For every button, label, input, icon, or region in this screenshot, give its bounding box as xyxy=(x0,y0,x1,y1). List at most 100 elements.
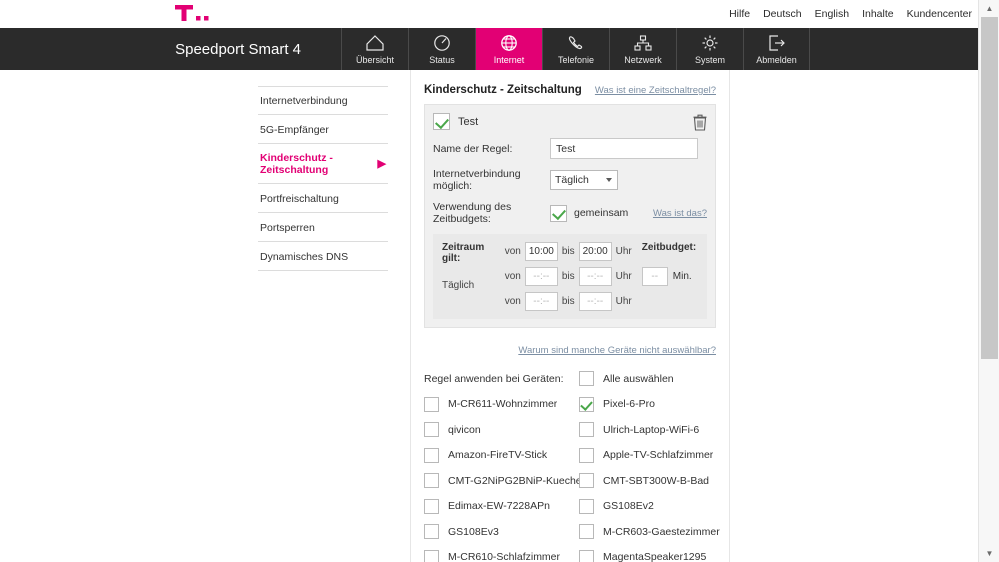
device-checkbox[interactable] xyxy=(579,447,594,463)
time-from-input-1[interactable] xyxy=(524,242,558,261)
help-link-zeitschaltregel[interactable]: Was ist eine Zeitschaltregel? xyxy=(595,85,716,96)
time-to-input-1[interactable] xyxy=(578,242,612,261)
scroll-down-arrow-icon[interactable]: ▼ xyxy=(979,545,999,562)
device-checkbox[interactable] xyxy=(424,549,439,562)
device-checkbox[interactable] xyxy=(579,498,594,514)
sidebar-item-5g-empfaenger[interactable]: 5G-Empfänger xyxy=(258,115,388,144)
device-checkbox[interactable] xyxy=(579,524,594,540)
device-item[interactable]: Pixel-6-Pro xyxy=(579,392,734,418)
utility-link-hilfe[interactable]: Hilfe xyxy=(729,8,750,20)
nav-tab-label: Telefonie xyxy=(557,55,595,65)
gauge-icon xyxy=(431,33,453,53)
device-item[interactable]: GS108Ev2 xyxy=(579,494,734,520)
device-checkbox[interactable] xyxy=(579,549,594,562)
device-checkbox[interactable] xyxy=(424,498,439,514)
time-to-input-3[interactable] xyxy=(578,292,612,311)
schedule-time-row: von bis Uhr xyxy=(505,242,632,261)
main-nav-band: Speedport Smart 4 Übersicht Status Inter… xyxy=(0,28,999,70)
sidebar-item-portsperren[interactable]: Portsperren xyxy=(258,213,388,242)
nav-tab-netzwerk[interactable]: Netzwerk xyxy=(609,28,676,70)
select-all-checkbox[interactable] xyxy=(579,371,594,387)
nav-tab-system[interactable]: System xyxy=(676,28,743,70)
device-item[interactable]: Apple-TV-Schlafzimmer xyxy=(579,443,734,469)
device-item[interactable]: GS108Ev3 xyxy=(424,519,579,545)
device-label: GS108Ev2 xyxy=(603,500,654,513)
device-checkbox[interactable] xyxy=(424,447,439,463)
utility-link-english[interactable]: English xyxy=(815,8,849,20)
sidebar-item-label: Kinderschutz - Zeitschaltung xyxy=(260,152,333,176)
device-item[interactable]: CMT-G2NiPG2BNiP-Kueche xyxy=(424,468,579,494)
nav-tab-internet[interactable]: Internet xyxy=(475,28,542,70)
vertical-scrollbar[interactable]: ▲ ▼ xyxy=(978,0,999,562)
main-nav-items: Übersicht Status Internet Telefonie Netz… xyxy=(341,28,810,70)
hour-label: Uhr xyxy=(615,271,632,282)
scrollbar-thumb[interactable] xyxy=(981,17,998,359)
devices-help-row: Warum sind manche Geräte nicht auswählba… xyxy=(411,328,729,366)
device-item[interactable]: qivicon xyxy=(424,417,579,443)
device-label: Pixel-6-Pro xyxy=(603,398,655,411)
scroll-up-arrow-icon[interactable]: ▲ xyxy=(979,0,999,17)
device-select-all-cell[interactable]: Alle auswählen xyxy=(579,366,734,392)
sidebar-item-internetverbindung[interactable]: Internetverbindung xyxy=(258,86,388,115)
sidebar-item-dynamisches-dns[interactable]: Dynamisches DNS xyxy=(258,242,388,271)
help-link-geraete-nicht-auswaehlbar[interactable]: Warum sind manche Geräte nicht auswählba… xyxy=(518,345,716,356)
device-checkbox[interactable] xyxy=(424,524,439,540)
device-item[interactable]: Amazon-FireTV-Stick xyxy=(424,443,579,469)
device-checkbox[interactable] xyxy=(424,422,439,438)
nav-tab-status[interactable]: Status xyxy=(408,28,475,70)
sidebar-item-label: Portfreischaltung xyxy=(260,192,339,205)
help-link-was-ist-das[interactable]: Was ist das? xyxy=(653,208,707,219)
chevron-right-icon: ▶ xyxy=(377,158,386,170)
from-label: von xyxy=(504,296,521,307)
utility-link-deutsch[interactable]: Deutsch xyxy=(763,8,802,20)
device-item[interactable]: M-CR611-Wohnzimmer xyxy=(424,392,579,418)
browser-page: Hilfe Deutsch English Inhalte Kundencent… xyxy=(0,0,999,562)
device-checkbox[interactable] xyxy=(424,473,439,489)
device-label: CMT-G2NiPG2BNiP-Kueche xyxy=(448,474,579,487)
device-item[interactable]: Edimax-EW-7228APn xyxy=(424,494,579,520)
budget-usage-value: gemeinsam xyxy=(574,207,629,219)
nav-tab-uebersicht[interactable]: Übersicht xyxy=(341,28,408,70)
budget-unit-label: Min. xyxy=(672,271,692,282)
device-label: Edimax-EW-7228APn xyxy=(448,500,550,513)
device-label: M-CR611-Wohnzimmer xyxy=(448,398,558,411)
nav-tab-telefonie[interactable]: Telefonie xyxy=(542,28,609,70)
device-checkbox[interactable] xyxy=(579,473,594,489)
device-checkbox[interactable] xyxy=(579,422,594,438)
rule-enabled-checkbox[interactable] xyxy=(433,113,450,130)
nav-tab-label: Internet xyxy=(493,55,525,65)
time-from-input-2[interactable] xyxy=(524,267,558,286)
schedule-times-column: von bis Uhr von bis Uhr xyxy=(505,242,632,311)
device-checkbox[interactable] xyxy=(579,396,594,412)
device-label: qivicon xyxy=(448,423,481,436)
rule-budget-usage-row: Verwendung des Zeitbudgets: gemeinsam Wa… xyxy=(425,201,715,225)
schedule-budget-column: Zeitbudget: Min. xyxy=(632,242,707,311)
device-item[interactable]: M-CR610-Schlafzimmer xyxy=(424,545,579,562)
time-to-input-2[interactable] xyxy=(578,267,612,286)
nav-tab-label: System xyxy=(694,55,725,65)
device-label: M-CR603-Gaestezimmer xyxy=(603,525,720,538)
trash-icon[interactable] xyxy=(693,114,707,131)
rule-name-input[interactable] xyxy=(550,138,698,159)
device-item[interactable]: Ulrich-Laptop-WiFi-6 xyxy=(579,417,734,443)
utility-link-inhalte[interactable]: Inhalte xyxy=(862,8,894,20)
device-label: GS108Ev3 xyxy=(448,525,499,538)
nav-tab-abmelden[interactable]: Abmelden xyxy=(743,28,810,70)
from-label: von xyxy=(504,246,521,257)
device-item[interactable]: M-CR603-Gaestezimmer xyxy=(579,519,734,545)
sidebar-item-portfreischaltung[interactable]: Portfreischaltung xyxy=(258,184,388,213)
rule-connection-select[interactable]: Täglich xyxy=(550,170,618,190)
device-item[interactable]: MagentaSpeaker1295 xyxy=(579,545,734,562)
sidebar-item-label: Portsperren xyxy=(260,221,315,234)
nav-tab-label: Status xyxy=(429,55,455,65)
device-item[interactable]: CMT-SBT300W-B-Bad xyxy=(579,468,734,494)
sidebar-item-kinderschutz-zeitschaltung[interactable]: Kinderschutz - Zeitschaltung ▶ xyxy=(258,144,388,184)
sidebar-item-label: Internetverbindung xyxy=(260,95,348,107)
rule-header-row: Test xyxy=(425,105,715,138)
time-budget-input[interactable] xyxy=(641,267,668,286)
budget-usage-checkbox[interactable] xyxy=(550,204,567,222)
time-from-input-3[interactable] xyxy=(524,292,558,311)
device-checkbox[interactable] xyxy=(424,396,439,412)
utility-link-kundencenter[interactable]: Kundencenter xyxy=(907,8,972,20)
telekom-logo xyxy=(175,2,231,22)
